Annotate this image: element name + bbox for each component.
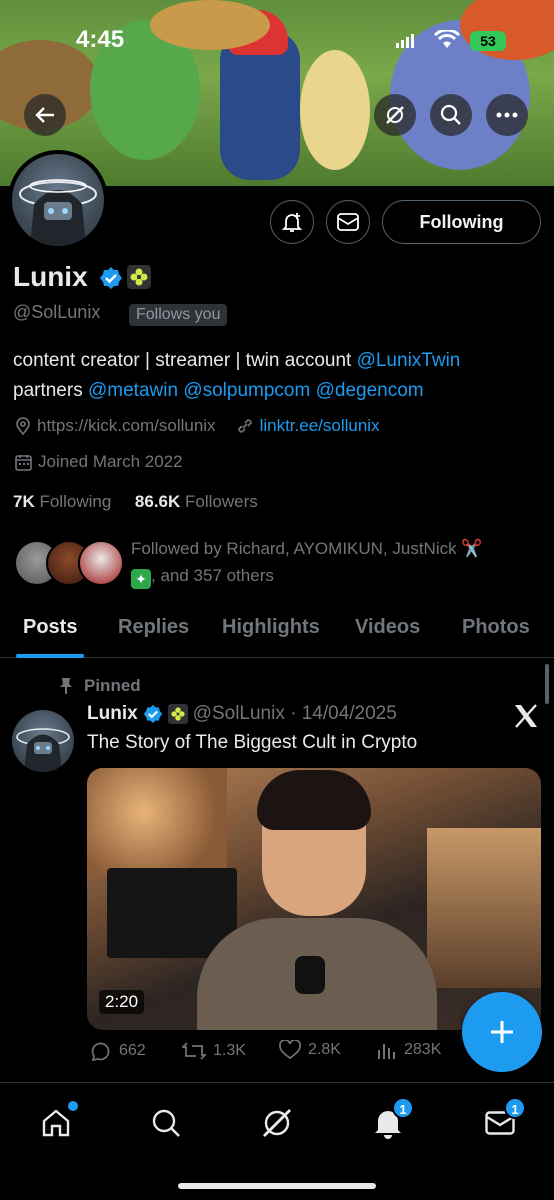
tab-highlights[interactable]: Highlights	[222, 616, 320, 639]
avatar-image	[16, 728, 70, 772]
location-icon	[16, 417, 30, 435]
video-window	[427, 828, 541, 988]
calendar-icon	[15, 454, 32, 471]
bio-text: content creator | streamer | twin accoun…	[13, 350, 357, 371]
follower-avatar	[78, 540, 124, 586]
reply-icon	[91, 1042, 110, 1062]
sparkle-emoji-icon: ✦	[131, 569, 151, 589]
wifi-icon	[434, 30, 460, 48]
profile-avatar[interactable]	[8, 150, 108, 250]
follows-you-badge: Follows you	[129, 304, 228, 326]
post-author-name[interactable]: Lunix	[87, 703, 138, 725]
video-mic	[295, 956, 325, 994]
notifications-subscribe-button[interactable]	[270, 200, 314, 244]
nav-messages[interactable]: 1	[480, 1097, 526, 1143]
profile-name: Lunix	[13, 261, 88, 292]
mail-icon	[337, 213, 359, 231]
grok-icon	[263, 1109, 291, 1137]
search-button[interactable]	[430, 94, 472, 136]
affiliate-badge-icon[interactable]	[127, 265, 151, 289]
video-lamp-glow	[87, 768, 227, 878]
nav-notifications[interactable]: 1	[368, 1097, 414, 1143]
status-bar: 4:45 53	[0, 0, 554, 70]
repost-icon	[182, 1042, 206, 1060]
more-icon	[496, 112, 518, 118]
joined-date: Joined March 2022	[38, 452, 183, 471]
followers-count-link[interactable]: 86.6K Followers	[135, 492, 258, 511]
website-text: https://kick.com/sollunix	[37, 416, 216, 435]
grok-icon	[386, 106, 404, 124]
nav-grok[interactable]	[257, 1103, 297, 1143]
post-handle-date: @SolLunix · 14/04/2025	[192, 703, 397, 724]
following-button[interactable]: Following	[382, 200, 541, 244]
profile-tabs: Posts Replies Highlights Videos Photos	[0, 600, 554, 658]
bell-plus-icon	[281, 213, 303, 232]
x-logo-icon[interactable]	[512, 702, 540, 730]
affiliate-badge-icon	[167, 704, 188, 724]
arrow-left-icon	[35, 107, 54, 123]
post-header: Lunix @SolLunix · 14/04/2025	[87, 703, 397, 725]
video-duration: 2:20	[99, 990, 145, 1014]
bio-mention-metawin[interactable]: @metawin	[88, 380, 178, 401]
avatar-image	[19, 179, 97, 246]
scrollbar[interactable]	[545, 664, 549, 704]
profile-bio: content creator | streamer | twin accoun…	[13, 346, 543, 406]
reply-button[interactable]: 662	[90, 1040, 146, 1062]
cellular-icon	[396, 34, 414, 48]
messages-badge: 1	[504, 1097, 526, 1119]
nav-search[interactable]	[146, 1103, 186, 1143]
followed-by-avatars[interactable]	[14, 540, 126, 588]
profile-handle: @SolLunix	[13, 302, 101, 322]
home-indicator	[178, 1183, 376, 1189]
grok-button[interactable]	[374, 94, 416, 136]
profile-location-row: https://kick.com/sollunix linktr.ee/soll…	[15, 416, 380, 436]
notifications-badge: 1	[392, 1097, 414, 1119]
home-icon	[42, 1109, 70, 1137]
battery-indicator: 53	[470, 31, 506, 51]
following-count-link[interactable]: 7K Following	[13, 492, 111, 511]
compose-post-button[interactable]	[462, 992, 542, 1072]
followed-by-text[interactable]: Followed by Richard, AYOMIKUN, JustNick …	[131, 535, 531, 589]
views-button[interactable]: 283K	[377, 1040, 441, 1060]
follow-counts: 7K Following 86.6K Followers	[13, 492, 258, 512]
like-button[interactable]: 2.8K	[279, 1040, 341, 1060]
message-button[interactable]	[326, 200, 370, 244]
active-tab-indicator	[16, 654, 84, 658]
verified-badge-icon	[143, 704, 162, 724]
tab-videos[interactable]: Videos	[355, 616, 420, 639]
nav-home[interactable]	[36, 1101, 78, 1143]
verified-badge-icon	[100, 267, 122, 289]
back-button[interactable]	[24, 94, 66, 136]
tab-posts[interactable]: Posts	[23, 616, 77, 639]
search-icon	[152, 1109, 180, 1137]
views-chart-icon	[378, 1044, 395, 1059]
bio-mention-degencom[interactable]: @degencom	[316, 380, 424, 401]
pinned-label: Pinned	[58, 676, 141, 696]
search-icon	[440, 104, 461, 125]
post-author-avatar[interactable]	[12, 710, 74, 772]
bio-mention-lunixtwin[interactable]: @LunixTwin	[357, 350, 461, 371]
profile-joined-row: Joined March 2022	[15, 452, 183, 472]
link-icon	[237, 419, 252, 433]
profile-link[interactable]: linktr.ee/sollunix	[260, 416, 380, 436]
repost-button[interactable]: 1.3K	[182, 1040, 246, 1062]
pin-icon	[60, 678, 72, 694]
home-new-dot	[68, 1101, 78, 1111]
tab-replies[interactable]: Replies	[118, 616, 189, 639]
bio-mention-solpumpcom[interactable]: @solpumpcom	[183, 380, 310, 401]
post-video[interactable]: 2:20	[87, 768, 541, 1030]
plus-icon	[491, 1021, 513, 1043]
video-person-hair	[257, 770, 371, 830]
bio-partners-text: partners	[13, 380, 88, 401]
heart-icon	[279, 1040, 301, 1060]
status-time: 4:45	[76, 26, 125, 53]
tab-photos[interactable]: Photos	[462, 616, 530, 639]
more-button[interactable]	[486, 94, 528, 136]
post-text: The Story of The Biggest Cult in Crypto	[87, 732, 418, 753]
